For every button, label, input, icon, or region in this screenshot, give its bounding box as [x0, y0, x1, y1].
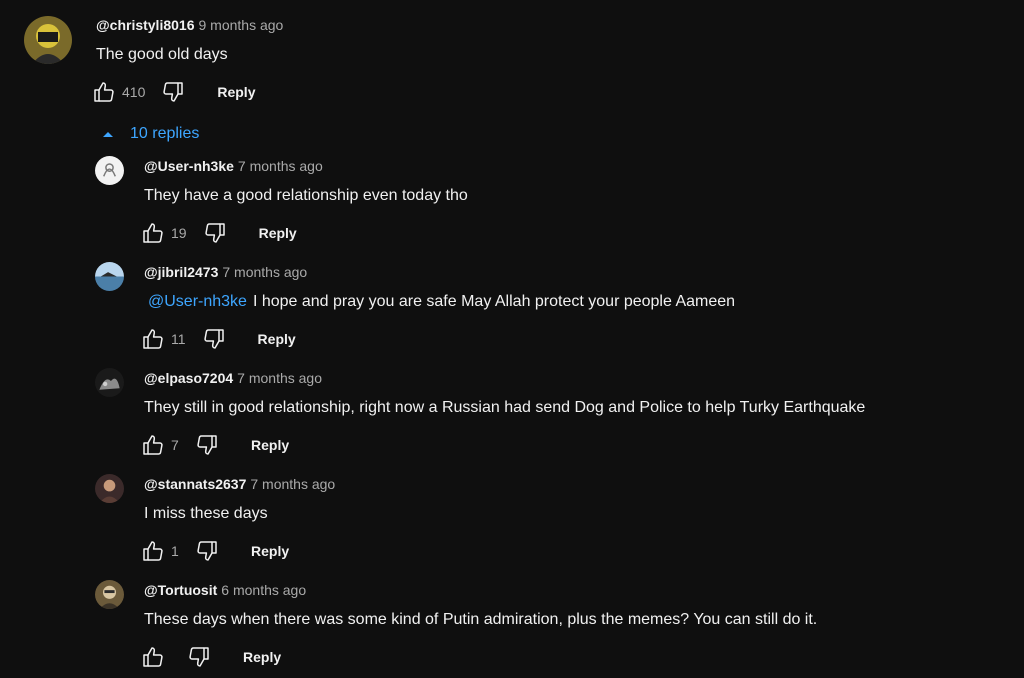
like-count: 7 [171, 437, 179, 453]
comment-text: These days when there was some kind of P… [144, 611, 818, 628]
comment-author[interactable]: @elpaso7204 [144, 370, 233, 386]
mention-link[interactable]: @User-nh3ke [144, 293, 247, 310]
like-count: 410 [122, 84, 146, 100]
reply-comment: @elpaso7204 7 months ago They still in go… [0, 362, 1024, 466]
comment-author[interactable]: @User-nh3ke [144, 158, 234, 174]
like-icon[interactable] [141, 645, 165, 669]
dislike-icon[interactable] [187, 645, 211, 669]
reply-button[interactable]: Reply [251, 543, 289, 559]
reply-comment: @User-nh3ke 7 months ago They have a good… [0, 150, 1024, 254]
comment-timestamp[interactable]: 7 months ago [250, 476, 335, 492]
comment-timestamp[interactable]: 7 months ago [238, 158, 323, 174]
reply-button[interactable]: Reply [243, 649, 281, 665]
avatar[interactable] [95, 474, 124, 503]
like-count: 11 [171, 331, 186, 347]
like-icon[interactable] [141, 539, 165, 563]
avatar[interactable] [95, 156, 124, 185]
like-icon[interactable] [141, 327, 165, 351]
comment-text: The good old days [96, 46, 228, 63]
comment-thread: @christyli8016 9 months ago The good old … [0, 0, 1024, 678]
dislike-icon[interactable] [203, 221, 227, 245]
comment-author[interactable]: @stannats2637 [144, 476, 246, 492]
comment-author[interactable]: @Tortuosit [144, 582, 217, 598]
avatar[interactable] [95, 368, 124, 397]
reply-comment: @stannats2637 7 months ago I miss these d… [0, 468, 1024, 572]
comment-text: I miss these days [144, 505, 268, 522]
dislike-icon[interactable] [195, 539, 219, 563]
avatar[interactable] [95, 262, 124, 291]
replies-toggle[interactable]: 10 replies [96, 121, 199, 147]
like-icon[interactable] [141, 433, 165, 457]
comment-author[interactable]: @jibril2473 [144, 264, 218, 280]
like-icon[interactable] [92, 80, 116, 104]
avatar[interactable] [24, 16, 72, 64]
avatar[interactable] [95, 580, 124, 609]
top-comment: @christyli8016 9 months ago The good old … [0, 0, 1024, 120]
comment-timestamp[interactable]: 9 months ago [199, 17, 284, 33]
reply-button[interactable]: Reply [259, 225, 297, 241]
like-count: 19 [171, 225, 187, 241]
like-count: 1 [171, 543, 179, 559]
comment-text: They have a good relationship even today… [144, 187, 468, 204]
dislike-icon[interactable] [202, 327, 226, 351]
comment-body: I hope and pray you are safe May Allah p… [252, 293, 736, 310]
reply-button[interactable]: Reply [258, 331, 296, 347]
reply-button[interactable]: Reply [217, 84, 255, 100]
comment-timestamp[interactable]: 7 months ago [222, 264, 307, 280]
dislike-icon[interactable] [161, 80, 185, 104]
reply-comment: @Tortuosit 6 months ago These days when t… [0, 574, 1024, 678]
comment-timestamp[interactable]: 6 months ago [221, 582, 306, 598]
reply-comment: @jibril2473 7 months ago @User-nh3ke I hop… [0, 256, 1024, 360]
comment-author[interactable]: @christyli8016 [96, 17, 195, 33]
like-icon[interactable] [141, 221, 165, 245]
comment-text: They still in good relationship, right n… [144, 399, 866, 416]
replies-count-label: 10 replies [130, 125, 200, 142]
reply-button[interactable]: Reply [251, 437, 289, 453]
dislike-icon[interactable] [195, 433, 219, 457]
caret-up-icon [96, 122, 120, 146]
comment-text: @User-nh3ke I hope and pray you are safe … [144, 293, 735, 311]
comment-timestamp[interactable]: 7 months ago [237, 370, 322, 386]
